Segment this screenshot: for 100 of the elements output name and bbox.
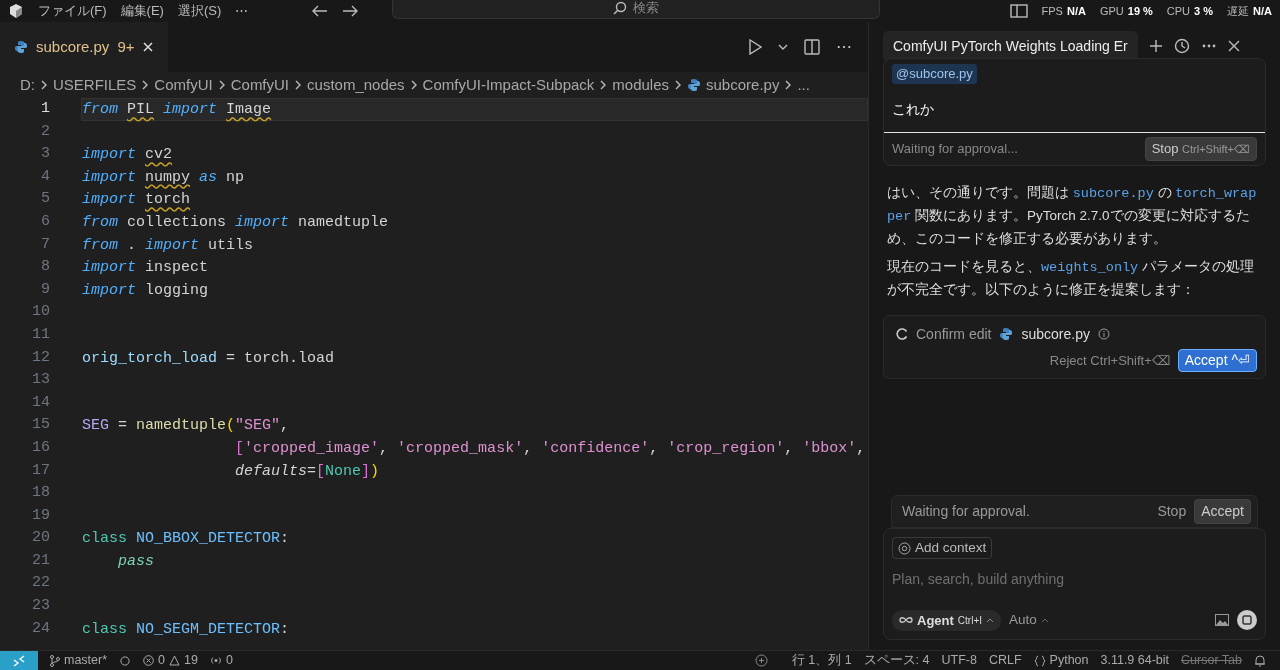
editor-tab[interactable]: subcore.py 9+	[0, 22, 169, 72]
infinity-icon	[899, 616, 913, 625]
message-text: はい、その通りです。問題は subcore.py の torch_wrapper 関数にあります。PyTorch 2.7.0での変更に対応するため、このコードを修正する必要があります。	[887, 183, 1258, 248]
code-line: class NO_SEGM_DETECTOR:	[81, 619, 291, 640]
breadcrumb-item[interactable]: modules	[612, 73, 670, 97]
more-button[interactable]: ⋯	[836, 35, 852, 59]
breadcrumb-item[interactable]: ComfyUI	[230, 73, 290, 97]
cube-logo-icon	[8, 3, 24, 19]
status-text: Waiting for approval...	[892, 140, 1018, 159]
line-number: 7	[40, 234, 50, 255]
chevron-icon	[40, 79, 48, 91]
breadcrumb-item[interactable]: subcore.py	[706, 73, 780, 97]
stop-icon[interactable]	[1237, 610, 1257, 631]
line-number: 2	[40, 121, 50, 142]
file-name: subcore.py	[1021, 324, 1090, 344]
breadcrumb-item[interactable]: ComfyUI-Impact-Subpack	[422, 73, 595, 97]
accept-button[interactable]: Accept	[1194, 498, 1251, 524]
breadcrumb-item[interactable]: USERFILES	[53, 73, 137, 97]
code-line: defaults=[None])	[234, 461, 381, 482]
status-item[interactable]: 3.11.9 64-bit	[1100, 651, 1170, 670]
line-number: 11	[31, 324, 50, 345]
stat-label: GPU	[1099, 3, 1124, 19]
close-icon[interactable]	[1227, 40, 1240, 52]
caret-icon[interactable]	[778, 43, 788, 51]
search-box[interactable]: 検索	[392, 0, 881, 19]
line-number: 22	[31, 573, 50, 594]
line-number: 12	[31, 347, 50, 368]
back-arrow-icon[interactable]	[312, 5, 329, 17]
line-number: 15	[31, 415, 50, 436]
edit-label: Confirm edit	[916, 324, 992, 344]
stat-value: 19 %	[1127, 3, 1153, 19]
line-number: 8	[40, 257, 50, 278]
branch-icon	[50, 654, 60, 667]
mention-chip[interactable]: @subcore.py	[892, 64, 977, 84]
more-icon[interactable]	[1201, 44, 1216, 48]
status-item[interactable]: CRLF	[988, 651, 1022, 670]
braces-icon	[1033, 654, 1046, 667]
status-item[interactable]: Cursor Tab	[1181, 651, 1242, 670]
code-line: import numpy as np	[81, 167, 246, 188]
language-button[interactable]: Python	[1033, 651, 1089, 670]
menu-item[interactable]: 選択(S)	[177, 1, 222, 21]
forward-arrow-icon[interactable]	[342, 5, 359, 17]
caret-icon	[986, 617, 994, 624]
chevron-icon	[599, 79, 608, 91]
branch-button[interactable]: master*	[50, 651, 108, 670]
python-icon	[687, 78, 702, 92]
menu-item[interactable]: ファイル(F)	[38, 1, 107, 21]
breadcrumb-item[interactable]: custom_nodes	[307, 73, 405, 97]
plus-icon[interactable]	[1149, 40, 1162, 52]
stat-value: N/A	[1066, 3, 1086, 19]
line-number: 23	[31, 596, 50, 617]
broadcast-icon	[209, 655, 222, 666]
status-text: Waiting for approval.	[902, 501, 1030, 521]
line-number: 5	[40, 189, 50, 210]
reject-button[interactable]: Reject Ctrl+Shift+⌫	[1049, 350, 1170, 370]
menu-item[interactable]: 編集(E)	[120, 1, 164, 21]
breadcrumb-item[interactable]: ComfyUI	[154, 73, 213, 97]
line-number: 21	[31, 550, 50, 571]
accept-button[interactable]: Accept ^⏎	[1177, 348, 1257, 372]
stop-button[interactable]: Stop Ctrl+Shift+⌫	[1144, 137, 1257, 161]
python-icon	[14, 40, 28, 54]
split-editor-icon[interactable]	[804, 39, 820, 55]
at-icon	[898, 541, 911, 555]
zoom-icon[interactable]	[754, 654, 768, 667]
code-line: import torch	[81, 190, 192, 211]
info-icon[interactable]	[1097, 328, 1110, 341]
search-icon	[613, 0, 628, 15]
line-number: 16	[31, 437, 50, 458]
stop-button[interactable]: Stop	[1157, 500, 1187, 522]
code-line: pass	[117, 551, 156, 572]
status-item[interactable]: 行 1、列 1	[791, 651, 852, 670]
stat-value: N/A	[1253, 3, 1272, 19]
status-item[interactable]: スペース: 4	[863, 651, 930, 670]
close-icon[interactable]	[142, 41, 155, 53]
breadcrumb-item[interactable]: ...	[797, 73, 810, 97]
chevron-icon	[409, 79, 418, 91]
chevron-icon	[784, 79, 793, 91]
line-number: 3	[40, 144, 50, 165]
ports-button[interactable]: 0	[209, 651, 233, 670]
run-icon[interactable]	[748, 39, 762, 55]
prompt-field[interactable]: Plan, search, build anything	[892, 564, 1257, 594]
model-selector[interactable]: Auto	[1009, 610, 1049, 631]
error-icon	[143, 655, 155, 666]
agent-mode-button[interactable]: Agent Ctrl+I	[892, 609, 1001, 631]
code-line: ['cropped_image', 'cropped_mask', 'confidence', 'crop_region', 'bbox',	[234, 438, 867, 459]
remote-button[interactable]	[0, 650, 38, 670]
problems-button[interactable]: 0 19	[143, 651, 198, 670]
bell-icon[interactable]	[1254, 654, 1266, 667]
status-item[interactable]: UTF-8	[941, 651, 977, 670]
breadcrumb-item[interactable]: D:	[20, 73, 35, 97]
code-line: import logging	[81, 280, 210, 301]
layout-icon[interactable]	[1009, 4, 1028, 18]
add-context-button[interactable]: Add context	[892, 536, 993, 560]
image-icon[interactable]	[1215, 614, 1229, 627]
line-number: 9	[40, 279, 50, 300]
code-line: class NO_BBOX_DETECTOR:	[81, 529, 291, 550]
menu-item[interactable]: ⋯	[235, 1, 249, 21]
code-line: SEG = namedtuple("SEG",	[81, 416, 291, 437]
history-icon[interactable]	[1173, 38, 1190, 54]
line-number: 20	[31, 528, 50, 549]
